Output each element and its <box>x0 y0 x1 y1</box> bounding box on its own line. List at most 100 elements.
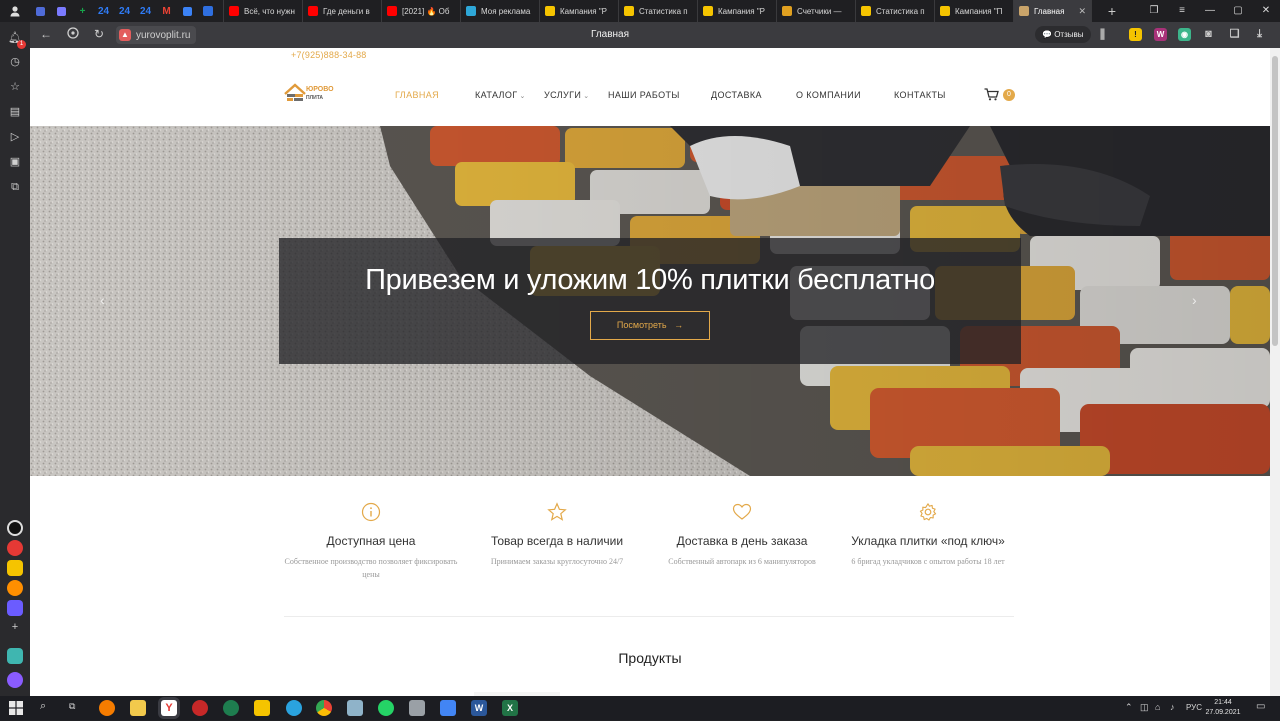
history-icon[interactable]: ◷ <box>8 55 22 69</box>
nav-link[interactable]: ДОСТАВКА <box>711 90 762 100</box>
browser-tab[interactable]: Кампания "Р <box>698 0 777 22</box>
tab-title: Кампания "П <box>955 6 1003 16</box>
feature-title: Доступная цена <box>326 534 416 548</box>
browser-tab-strip: +24 24 24 M Всё, что нужн Где деньги в [2021]… <box>0 0 1280 22</box>
nav-link[interactable]: УСЛУГИ ⌄ <box>544 90 590 100</box>
reviews-button[interactable]: 💬 Отзывы <box>1035 26 1091 43</box>
tab-title: Где деньги в <box>323 6 370 16</box>
extension-vpn-icon[interactable]: ◉ <box>1178 28 1191 41</box>
network-icon[interactable]: ⌂ <box>1155 702 1160 712</box>
market-app-icon[interactable] <box>7 560 23 576</box>
close-tab-icon[interactable]: ✕ <box>1078 6 1086 17</box>
bookmark-icon[interactable]: ❚ <box>1096 28 1109 41</box>
new-tab-button[interactable]: + <box>1100 3 1124 19</box>
minimize-icon[interactable]: — <box>1196 0 1224 22</box>
tray-overflow-icon[interactable]: ⌃ <box>1125 702 1133 713</box>
products-heading: Продукты <box>618 650 682 666</box>
site-logo[interactable]: ЮРОВО ПЛИТА <box>284 83 340 107</box>
browser-tab[interactable]: Кампания "Р <box>540 0 619 22</box>
assistant-app-icon[interactable] <box>7 672 23 688</box>
extension-icon[interactable]: ! <box>1129 28 1142 41</box>
nav-link-label: ДОСТАВКА <box>711 90 762 100</box>
nav-link[interactable]: ГЛАВНАЯ <box>395 90 439 100</box>
nav-link[interactable]: КАТАЛОГ ⌄ <box>475 90 526 100</box>
browser-tab[interactable]: Статистика п <box>856 0 935 22</box>
favorites-icon[interactable]: ☆ <box>8 80 22 94</box>
app-green-icon[interactable] <box>223 700 239 716</box>
media-icon[interactable]: ▷ <box>8 130 22 144</box>
page-scrollbar[interactable] <box>1270 48 1280 696</box>
cart-icon[interactable] <box>984 88 999 104</box>
header-phone[interactable]: +7(925)888-34-88 <box>291 50 367 60</box>
pinned-tab[interactable] <box>51 0 72 22</box>
screenshots-icon[interactable]: ⧉ <box>8 180 22 194</box>
app-yellow-icon[interactable] <box>254 700 270 716</box>
pinned-tab-label <box>183 6 192 16</box>
tab-manager-icon[interactable]: ❐ <box>1140 0 1168 22</box>
extension-w-icon[interactable]: W <box>1154 28 1167 41</box>
clock-time: 21:44 <box>1214 699 1232 706</box>
browser-tab[interactable] <box>198 0 224 22</box>
downloads-icon[interactable]: ⤓ <box>1253 28 1266 41</box>
whatsapp-icon[interactable] <box>378 700 394 716</box>
browser-tab[interactable]: [2021] 🔥 Об <box>382 0 461 22</box>
browser-tab[interactable]: Где деньги в <box>303 0 382 22</box>
nav-link[interactable]: НАШИ РАБОТЫ <box>608 90 680 100</box>
settings-menu-icon[interactable]: ≡ <box>1168 0 1196 22</box>
browser-tab[interactable]: Кампания "П <box>935 0 1014 22</box>
notification-center-icon[interactable]: ▭ <box>1256 701 1265 712</box>
language-indicator[interactable]: РУС <box>1186 703 1202 712</box>
volume-icon[interactable]: ♪ <box>1170 702 1175 712</box>
tray-app-icon[interactable]: ◫ <box>1140 702 1149 713</box>
file-explorer-icon[interactable] <box>130 700 146 716</box>
cart-count-badge: 0 <box>1003 89 1015 101</box>
excel-icon[interactable]: X <box>502 700 518 716</box>
pinned-tab[interactable] <box>177 0 198 22</box>
zen-icon[interactable]: ▣ <box>8 155 22 169</box>
windows-start-icon[interactable] <box>8 700 24 716</box>
browser-taskbar-icon[interactable] <box>99 700 115 716</box>
camera-icon[interactable]: ◙ <box>1202 28 1215 41</box>
chrome-icon[interactable] <box>316 700 332 716</box>
nav-link[interactable]: О КОМПАНИИ <box>796 90 861 100</box>
pinned-tab[interactable]: M <box>156 0 177 22</box>
scrollbar-thumb[interactable] <box>1272 56 1278 346</box>
tab-active[interactable]: Главная ✕ <box>1014 0 1092 22</box>
pinned-tab[interactable]: 24 <box>114 0 135 22</box>
close-window-icon[interactable]: ✕ <box>1252 0 1280 22</box>
hero-next-arrow[interactable]: › <box>1192 292 1197 308</box>
app-feather-icon[interactable] <box>347 700 363 716</box>
yandex-browser-icon[interactable]: Y <box>161 700 177 716</box>
tab-favicon-icon <box>387 6 397 16</box>
calculator-icon[interactable] <box>409 700 425 716</box>
browser-tab[interactable]: Статистика п <box>619 0 698 22</box>
messenger-app-icon[interactable] <box>7 600 23 616</box>
search-icon[interactable]: ⌕ <box>40 700 46 713</box>
eats-app-icon[interactable] <box>7 580 23 596</box>
pinned-tab-label: 24 <box>118 5 131 17</box>
hero-view-button[interactable]: Посмотреть → <box>590 311 710 340</box>
opera-icon[interactable] <box>192 700 208 716</box>
profile-icon[interactable] <box>0 0 30 22</box>
add-app-icon[interactable]: + <box>8 620 22 634</box>
maps-app-icon[interactable] <box>7 540 23 556</box>
taskbar-clock[interactable]: 21:44 27.09.2021 <box>1203 698 1243 718</box>
word-icon[interactable]: W <box>471 700 487 716</box>
pinned-tab[interactable]: 24 <box>93 0 114 22</box>
collections-icon[interactable]: ▤ <box>8 105 22 119</box>
music-app-icon[interactable] <box>7 648 23 664</box>
browser-tab[interactable]: Моя реклама <box>461 0 540 22</box>
google-ads-icon[interactable] <box>440 700 456 716</box>
browser-tab[interactable]: Всё, что нужн <box>224 0 303 22</box>
alice-app-icon[interactable] <box>7 520 23 536</box>
nav-link[interactable]: КОНТАКТЫ <box>894 90 946 100</box>
telegram-icon[interactable] <box>286 700 302 716</box>
pinned-tab[interactable]: + <box>72 0 93 22</box>
task-view-icon[interactable]: ⧉ <box>69 701 75 712</box>
chat-icon[interactable]: ❏ <box>1228 28 1241 41</box>
pinned-tab[interactable]: 24 <box>135 0 156 22</box>
pinned-tab[interactable] <box>30 0 51 22</box>
browser-tab[interactable]: Счетчики — <box>777 0 856 22</box>
maximize-icon[interactable]: ▢ <box>1224 0 1252 22</box>
hero-prev-arrow[interactable]: ‹ <box>100 292 105 308</box>
